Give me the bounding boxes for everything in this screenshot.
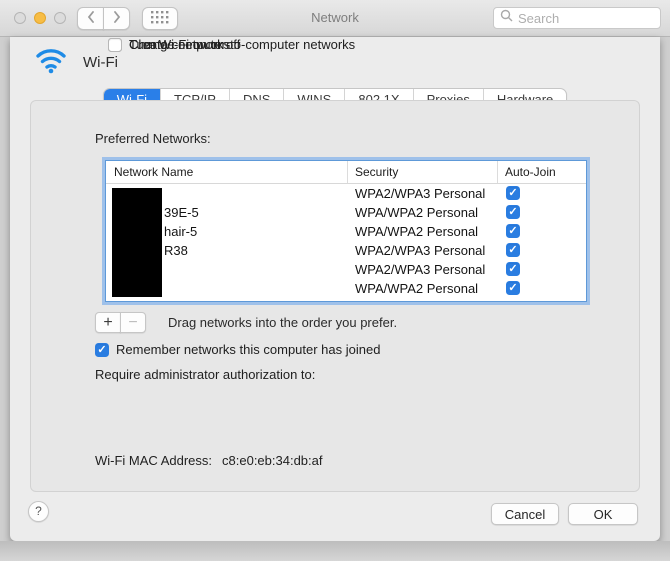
chevron-left-icon xyxy=(87,11,95,26)
security-cell: WPA2/WPA3 Personal xyxy=(355,186,486,201)
column-header-network-name: Network Name xyxy=(114,165,194,179)
admin-option-row: Turn Wi-Fi on or off xyxy=(108,37,240,52)
ok-button[interactable]: OK xyxy=(568,503,638,525)
page-title: Wi-Fi xyxy=(83,54,118,71)
auto-join-checkbox[interactable] xyxy=(506,205,520,220)
nav-buttons xyxy=(77,7,130,30)
cancel-button[interactable]: Cancel xyxy=(491,503,559,525)
search-field[interactable] xyxy=(493,7,661,29)
redaction-overlay xyxy=(112,188,162,297)
table-header: Network Name Security Auto-Join xyxy=(106,161,586,184)
drag-hint-text: Drag networks into the order you prefer. xyxy=(168,315,398,330)
add-network-button[interactable]: + xyxy=(95,312,121,333)
preferred-networks-label: Preferred Networks: xyxy=(95,131,211,146)
column-divider xyxy=(347,161,348,183)
auto-join-checkbox[interactable] xyxy=(506,186,520,201)
mac-address-value: c8:e0:eb:34:db:af xyxy=(222,453,323,468)
network-name-cell: hair-5 xyxy=(164,224,198,239)
mac-address-row: Wi-Fi MAC Address: c8:e0:eb:34:db:af xyxy=(95,453,323,468)
table-row[interactable]: hair-5 WPA/WPA2 Personal xyxy=(106,222,586,241)
search-icon xyxy=(500,9,513,27)
column-header-security: Security xyxy=(355,165,399,179)
table-row[interactable]: WPA2/WPA3 Personal xyxy=(106,184,586,203)
preferred-networks-table[interactable]: Network Name Security Auto-Join WPA2/WPA… xyxy=(105,160,587,302)
grid-icon xyxy=(151,10,169,27)
network-name-cell: R38 xyxy=(164,243,188,258)
column-divider xyxy=(497,161,498,183)
remember-networks-label: Remember networks this computer has join… xyxy=(116,342,381,357)
table-body: WPA2/WPA3 Personal 39E-5 WPA/WPA2 Person… xyxy=(106,184,586,298)
auto-join-checkbox[interactable] xyxy=(506,243,520,258)
show-all-button[interactable] xyxy=(142,7,178,30)
network-name-cell: 39E-5 xyxy=(164,205,199,220)
forward-button[interactable] xyxy=(103,7,130,30)
security-cell: WPA2/WPA3 Personal xyxy=(355,262,486,277)
auto-join-checkbox[interactable] xyxy=(506,224,520,239)
admin-authorization-label: Require administrator authorization to: xyxy=(95,367,316,382)
wifi-icon xyxy=(34,46,68,79)
table-row[interactable]: 39E-5 WPA/WPA2 Personal xyxy=(106,203,586,222)
wifi-header: Wi-Fi xyxy=(34,46,118,79)
security-cell: WPA2/WPA3 Personal xyxy=(355,243,486,258)
zoom-button[interactable] xyxy=(54,12,66,24)
admin-option-label: Turn Wi-Fi on or off xyxy=(129,37,241,52)
add-remove-controls: + − xyxy=(95,312,146,333)
mac-address-label: Wi-Fi MAC Address: xyxy=(95,453,213,468)
admin-option-checkbox[interactable] xyxy=(108,37,122,52)
window-background-strip xyxy=(0,541,670,561)
remember-networks-checkbox[interactable] xyxy=(95,342,109,358)
search-input[interactable] xyxy=(518,10,654,26)
table-row[interactable]: WPA/WPA2 Personal xyxy=(106,279,586,298)
remember-networks-option: Remember networks this computer has join… xyxy=(95,342,381,358)
minimize-button[interactable] xyxy=(34,12,46,24)
chevron-right-icon xyxy=(113,11,121,26)
remove-network-button[interactable]: − xyxy=(120,312,146,333)
close-button[interactable] xyxy=(14,12,26,24)
auto-join-checkbox[interactable] xyxy=(506,262,520,277)
titlebar: Network xyxy=(0,0,670,37)
back-button[interactable] xyxy=(77,7,104,30)
wifi-advanced-sheet: Wi-Fi Wi-FiTCP/IPDNSWINS802.1XProxiesHar… xyxy=(10,37,660,541)
security-cell: WPA/WPA2 Personal xyxy=(355,205,479,220)
table-row[interactable]: R38 WPA2/WPA3 Personal xyxy=(106,241,586,260)
auto-join-checkbox[interactable] xyxy=(506,281,520,296)
help-button[interactable]: ? xyxy=(28,501,49,522)
column-header-auto-join: Auto-Join xyxy=(505,165,556,179)
table-row[interactable]: WPA2/WPA3 Personal xyxy=(106,260,586,279)
security-cell: WPA/WPA2 Personal xyxy=(355,281,479,296)
security-cell: WPA/WPA2 Personal xyxy=(355,224,479,239)
